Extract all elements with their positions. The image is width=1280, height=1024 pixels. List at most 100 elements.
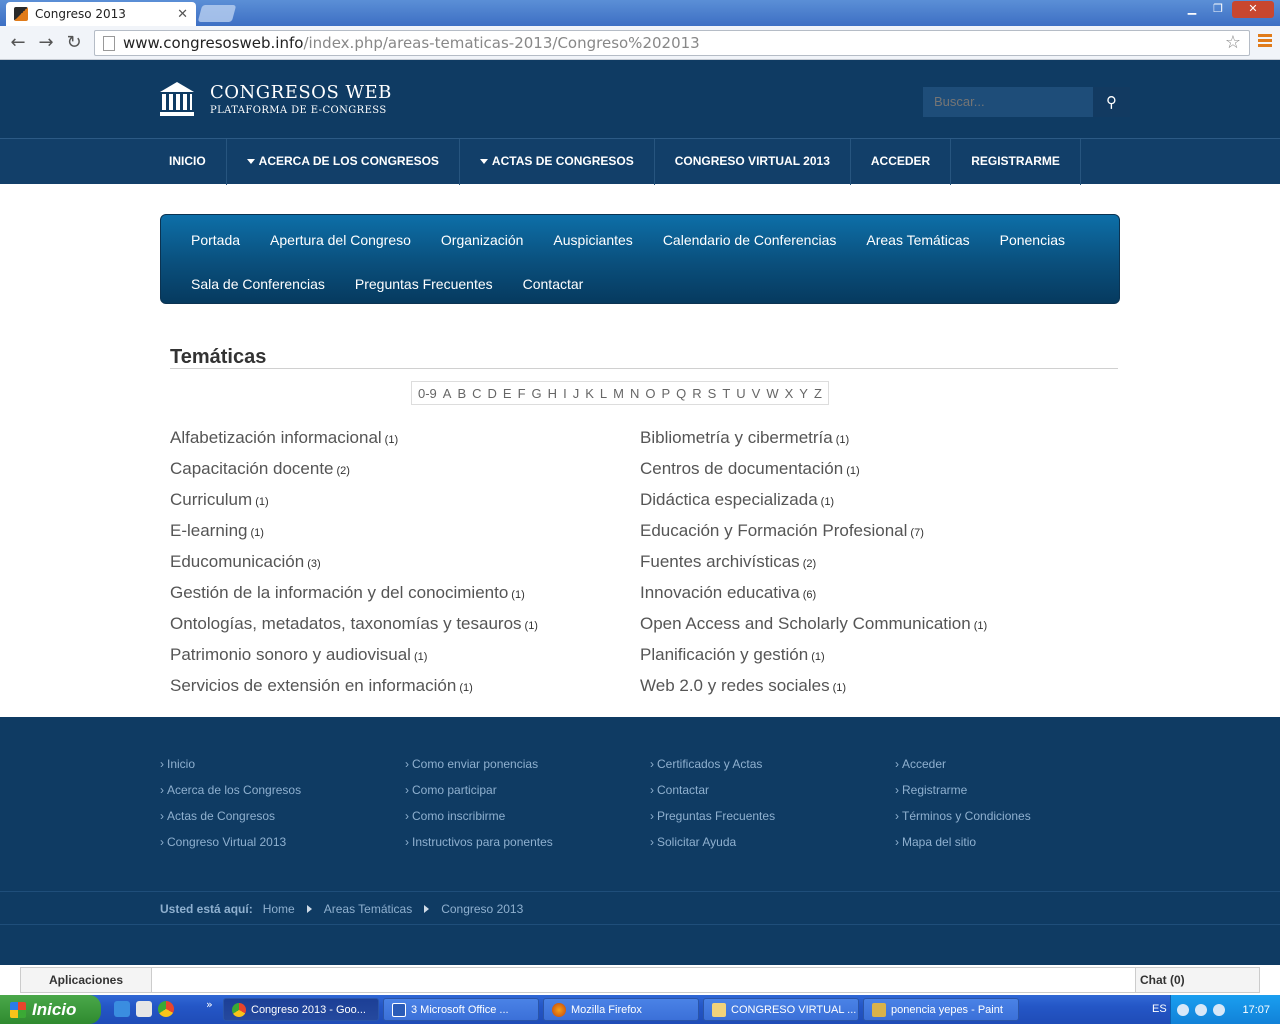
language-indicator[interactable]: ES: [1152, 1003, 1167, 1015]
volume-icon[interactable]: [1213, 1003, 1225, 1016]
back-arrow-icon[interactable]: ←: [4, 32, 32, 53]
forward-arrow-icon[interactable]: →: [32, 32, 60, 53]
footer-link[interactable]: Solicitar Ayuda: [650, 835, 775, 861]
minimize-icon[interactable]: ▁: [1180, 1, 1204, 18]
tray-arrow-icon[interactable]: [1177, 1003, 1189, 1016]
alphabet-letter[interactable]: Q: [673, 386, 689, 401]
alphabet-letter[interactable]: R: [689, 386, 704, 401]
alphabet-letter[interactable]: G: [529, 386, 545, 401]
alphabet-letter[interactable]: N: [627, 386, 642, 401]
restore-icon[interactable]: ❐: [1206, 1, 1230, 18]
alphabet-letter[interactable]: Y: [796, 386, 811, 401]
taskbar-item[interactable]: 3 Microsoft Office ...: [383, 998, 539, 1021]
topic-link[interactable]: Patrimonio sonoro y audiovisual: [170, 645, 411, 665]
footer-link[interactable]: Certificados y Actas: [650, 757, 775, 783]
footer-link[interactable]: Preguntas Frecuentes: [650, 809, 775, 835]
site-logo[interactable]: CONGRESOS WEB PLATAFORMA DE E-CONGRESS: [160, 82, 392, 116]
alphabet-letter[interactable]: C: [469, 386, 484, 401]
topic-link[interactable]: Bibliometría y cibermetría: [640, 428, 833, 448]
footer-link[interactable]: Registrarme: [895, 783, 1031, 809]
alphabet-letter[interactable]: S: [705, 386, 720, 401]
browser-tab[interactable]: Congreso 2013 ✕: [6, 2, 196, 26]
subnav-item[interactable]: Contactar: [508, 266, 599, 303]
footer-link[interactable]: Instructivos para ponentes: [405, 835, 553, 861]
search-input[interactable]: [923, 87, 1093, 117]
taskbar-item[interactable]: Congreso 2013 - Goo...: [223, 998, 379, 1021]
footer-link[interactable]: Acerca de los Congresos: [160, 783, 301, 809]
alphabet-letter[interactable]: Z: [811, 386, 825, 401]
apps-button[interactable]: Aplicaciones: [20, 967, 152, 993]
topic-link[interactable]: Ontologías, metadatos, taxonomías y tesa…: [170, 614, 522, 634]
subnav-item[interactable]: Portada: [176, 222, 255, 259]
topic-link[interactable]: Servicios de extensión en información: [170, 676, 456, 696]
topic-link[interactable]: Gestión de la información y del conocimi…: [170, 583, 508, 603]
alphabet-letter[interactable]: K: [582, 386, 597, 401]
alphabet-letter[interactable]: A: [440, 386, 455, 401]
subnav-item[interactable]: Preguntas Frecuentes: [340, 266, 508, 303]
nav-item-registrarme[interactable]: REGISTRARME: [951, 139, 1081, 185]
taskbar-item[interactable]: ponencia yepes - Paint: [863, 998, 1019, 1021]
internet-explorer-icon[interactable]: [114, 1001, 130, 1017]
nav-item-acceder[interactable]: ACCEDER: [851, 139, 952, 185]
nav-item-acerca[interactable]: ACERCA DE LOS CONGRESOS: [227, 139, 460, 185]
chrome-icon[interactable]: [158, 1001, 174, 1017]
footer-link[interactable]: Contactar: [650, 783, 775, 809]
network-icon[interactable]: [1195, 1003, 1207, 1016]
alphabet-letter[interactable]: W: [763, 386, 781, 401]
footer-link[interactable]: Inicio: [160, 757, 301, 783]
subnav-item[interactable]: Organización: [426, 222, 539, 259]
taskbar-item[interactable]: CONGRESO VIRTUAL ...: [703, 998, 859, 1021]
breadcrumb-item[interactable]: Areas Temáticas: [324, 902, 412, 916]
subnav-item[interactable]: Ponencias: [985, 222, 1080, 259]
alphabet-letter[interactable]: 0-9: [415, 386, 440, 401]
alphabet-letter[interactable]: V: [749, 386, 764, 401]
alphabet-letter[interactable]: M: [610, 386, 627, 401]
footer-link[interactable]: Actas de Congresos: [160, 809, 301, 835]
subnav-item[interactable]: Auspiciantes: [538, 222, 647, 259]
topic-link[interactable]: Planificación y gestión: [640, 645, 808, 665]
topic-link[interactable]: Innovación educativa: [640, 583, 800, 603]
search-button[interactable]: ⚲: [1093, 87, 1130, 117]
topic-link[interactable]: Educomunicación: [170, 552, 304, 572]
alphabet-letter[interactable]: U: [733, 386, 748, 401]
alphabet-letter[interactable]: F: [515, 386, 529, 401]
topic-link[interactable]: Didáctica especializada: [640, 490, 818, 510]
subnav-item[interactable]: Apertura del Congreso: [255, 222, 426, 259]
footer-link[interactable]: Acceder: [895, 757, 1031, 783]
nav-item-inicio[interactable]: INICIO: [160, 139, 227, 185]
topic-link[interactable]: Centros de documentación: [640, 459, 843, 479]
alphabet-letter[interactable]: P: [658, 386, 673, 401]
footer-link[interactable]: Como inscribirme: [405, 809, 553, 835]
chat-button[interactable]: Chat (0): [1135, 967, 1260, 993]
alphabet-letter[interactable]: I: [560, 386, 570, 401]
bookmark-star-icon[interactable]: ☆: [1225, 32, 1241, 53]
alphabet-letter[interactable]: T: [719, 386, 733, 401]
alphabet-letter[interactable]: O: [642, 386, 658, 401]
topic-link[interactable]: Alfabetización informacional: [170, 428, 382, 448]
breadcrumb-item[interactable]: Home: [263, 902, 295, 916]
start-button[interactable]: Inicio: [0, 995, 101, 1024]
subnav-item[interactable]: Sala de Conferencias: [176, 266, 340, 303]
reload-icon[interactable]: ↻: [60, 32, 88, 53]
alphabet-letter[interactable]: E: [500, 386, 515, 401]
topic-link[interactable]: Educación y Formación Profesional: [640, 521, 907, 541]
subnav-item[interactable]: Calendario de Conferencias: [648, 222, 852, 259]
alphabet-letter[interactable]: L: [597, 386, 610, 401]
alphabet-letter[interactable]: X: [782, 386, 797, 401]
footer-link[interactable]: Términos y Condiciones: [895, 809, 1031, 835]
alphabet-letter[interactable]: J: [570, 386, 583, 401]
topic-link[interactable]: E-learning: [170, 521, 248, 541]
window-close-icon[interactable]: ✕: [1232, 1, 1274, 18]
quick-launch-more-icon[interactable]: »: [206, 998, 213, 1011]
footer-link[interactable]: Congreso Virtual 2013: [160, 835, 301, 861]
footer-link[interactable]: Como participar: [405, 783, 553, 809]
topic-link[interactable]: Capacitación docente: [170, 459, 334, 479]
footer-link[interactable]: Mapa del sitio: [895, 835, 1031, 861]
nav-item-actas[interactable]: ACTAS DE CONGRESOS: [460, 139, 655, 185]
address-bar[interactable]: www.congresosweb.info/index.php/areas-te…: [94, 30, 1250, 56]
tab-close-icon[interactable]: ✕: [177, 7, 188, 22]
browser-menu-icon[interactable]: [1258, 34, 1272, 48]
footer-link[interactable]: Como enviar ponencias: [405, 757, 553, 783]
alphabet-letter[interactable]: H: [545, 386, 560, 401]
topic-link[interactable]: Web 2.0 y redes sociales: [640, 676, 830, 696]
